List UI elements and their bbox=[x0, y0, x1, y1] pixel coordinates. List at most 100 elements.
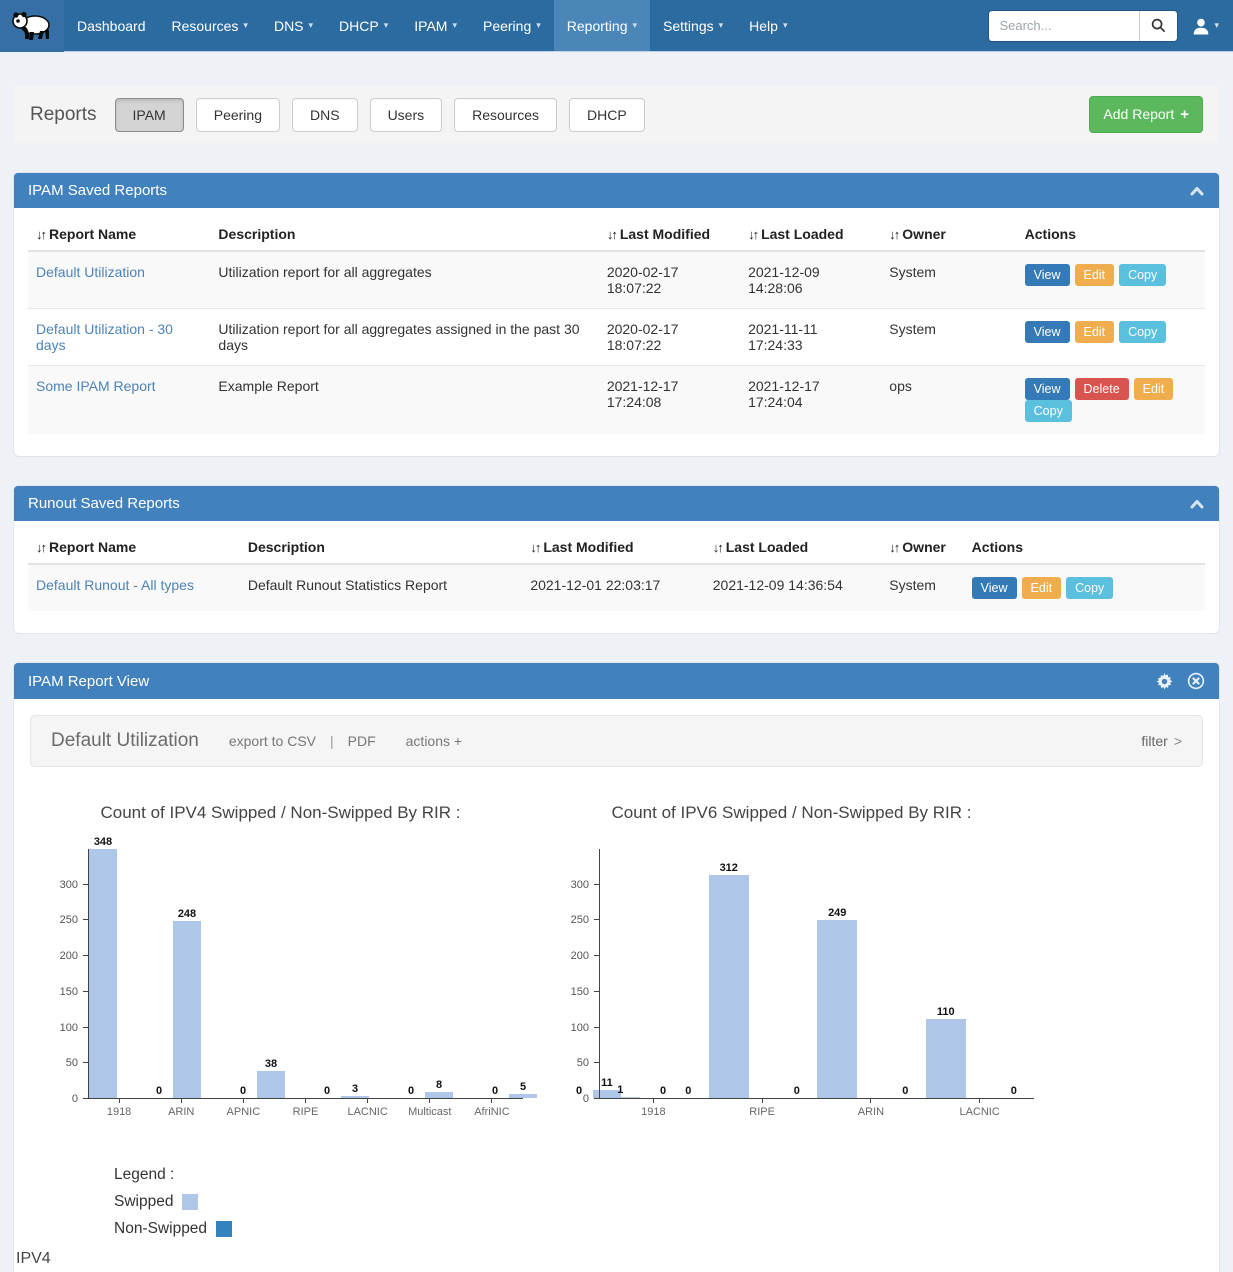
view-button[interactable]: View bbox=[972, 577, 1017, 599]
bar bbox=[89, 849, 117, 1098]
date-value: 2021-12-17 17:24:08 bbox=[607, 378, 691, 410]
column-header-report-name[interactable]: ↓↑Report Name bbox=[28, 216, 210, 251]
column-header-last-loaded[interactable]: ↓↑Last Loaded bbox=[705, 529, 882, 564]
bar-cell: 5 bbox=[509, 1081, 537, 1098]
nav-item-settings[interactable]: Settings▾ bbox=[650, 0, 736, 51]
export-pdf-link[interactable]: PDF bbox=[348, 733, 376, 749]
bar-value-label: 3 bbox=[352, 1083, 358, 1095]
bar-value-label: 0 bbox=[324, 1085, 330, 1097]
report-name-link[interactable]: Default Runout - All types bbox=[36, 577, 194, 593]
nav-item-peering[interactable]: Peering▾ bbox=[470, 0, 554, 51]
nav-item-help[interactable]: Help▾ bbox=[736, 0, 800, 51]
delete-button[interactable]: Delete bbox=[1075, 378, 1129, 400]
x-label-text: LACNIC bbox=[337, 1106, 399, 1118]
filter-toggle[interactable]: filter> bbox=[1141, 733, 1182, 749]
column-header-last-modified[interactable]: ↓↑Last Modified bbox=[522, 529, 704, 564]
user-menu[interactable]: ▾ bbox=[1192, 17, 1219, 35]
column-header-last-loaded[interactable]: ↓↑Last Loaded bbox=[740, 216, 881, 251]
copy-button[interactable]: Copy bbox=[1119, 321, 1166, 343]
nav-item-label: IPAM bbox=[414, 18, 447, 34]
chevron-down-icon: ▾ bbox=[452, 20, 457, 31]
bar-value-label: 0 bbox=[240, 1085, 246, 1097]
tab-peering[interactable]: Peering bbox=[196, 98, 280, 132]
export-csv-link[interactable]: export to CSV bbox=[229, 733, 316, 749]
nav-item-ipam[interactable]: IPAM ▾ bbox=[401, 0, 470, 51]
column-header-owner[interactable]: ↓↑Owner bbox=[881, 216, 1016, 251]
category-group: 2490 bbox=[817, 849, 926, 1098]
sort-icon: ↓↑ bbox=[36, 227, 45, 242]
cell-actions: ViewEditCopy bbox=[1017, 309, 1205, 366]
ipam-report-view-header: IPAM Report View bbox=[14, 663, 1219, 699]
column-label: Owner bbox=[902, 539, 946, 555]
actions-menu-link[interactable]: actions + bbox=[406, 733, 462, 749]
plus-icon: + bbox=[1180, 106, 1189, 123]
panel-title: IPAM Report View bbox=[28, 673, 149, 690]
panda-logo[interactable] bbox=[0, 0, 64, 52]
copy-button[interactable]: Copy bbox=[1025, 400, 1072, 422]
column-label: Report Name bbox=[49, 539, 136, 555]
column-label: Description bbox=[248, 539, 325, 555]
report-name-link[interactable]: Some IPAM Report bbox=[36, 378, 156, 394]
cell-modified: 2021-12-01 22:03:17 bbox=[522, 564, 704, 611]
x-label: 1918 bbox=[88, 1099, 150, 1118]
column-header-actions: Actions bbox=[964, 529, 1205, 564]
report-name-link[interactable]: Default Utilization bbox=[36, 264, 145, 280]
tab-users[interactable]: Users bbox=[370, 98, 443, 132]
x-tick-mark bbox=[979, 1099, 980, 1103]
bar-value-label: 0 bbox=[492, 1085, 498, 1097]
search-input[interactable] bbox=[989, 11, 1139, 41]
add-report-button[interactable]: Add Report+ bbox=[1089, 96, 1203, 133]
nav-item-dashboard[interactable]: Dashboard bbox=[64, 0, 159, 51]
copy-button[interactable]: Copy bbox=[1066, 577, 1113, 599]
close-panel-icon[interactable] bbox=[1187, 672, 1205, 690]
tab-ipam[interactable]: IPAM bbox=[115, 98, 184, 132]
tab-resources[interactable]: Resources bbox=[454, 98, 557, 132]
edit-button[interactable]: Edit bbox=[1075, 321, 1115, 343]
view-button[interactable]: View bbox=[1025, 321, 1070, 343]
bar-value-label: 0 bbox=[1011, 1085, 1017, 1097]
bar bbox=[425, 1092, 453, 1098]
edit-button[interactable]: Edit bbox=[1022, 577, 1062, 599]
view-button[interactable]: View bbox=[1025, 264, 1070, 286]
search-button[interactable] bbox=[1139, 11, 1177, 41]
date-value: 2021-12-17 17:24:04 bbox=[748, 378, 832, 410]
report-name-link[interactable]: Default Utilization - 30 days bbox=[36, 321, 173, 353]
x-label-text: ARIN bbox=[817, 1106, 926, 1118]
chart-title: Count of IPV4 Swipped / Non-Swipped By R… bbox=[38, 803, 523, 823]
cell-actions: ViewEditCopy bbox=[1017, 251, 1205, 309]
column-header-owner[interactable]: ↓↑Owner bbox=[881, 529, 963, 564]
chevron-down-icon: ▾ bbox=[536, 20, 541, 31]
bar-value-label: 348 bbox=[94, 836, 112, 848]
edit-button[interactable]: Edit bbox=[1075, 264, 1115, 286]
legend-swatch bbox=[182, 1194, 198, 1210]
bar-value-label: 0 bbox=[902, 1085, 908, 1097]
cell-modified: 2020-02-17 18:07:22 bbox=[599, 251, 740, 309]
collapse-chevron-icon[interactable] bbox=[1189, 498, 1205, 510]
bar bbox=[709, 875, 749, 1098]
collapse-chevron-icon[interactable] bbox=[1189, 185, 1205, 197]
nav-item-resources[interactable]: Resources▾ bbox=[159, 0, 261, 51]
nav-item-reporting[interactable]: Reporting▾ bbox=[554, 0, 650, 51]
view-button[interactable]: View bbox=[1025, 378, 1070, 400]
x-tick-mark bbox=[429, 1099, 430, 1103]
copy-button[interactable]: Copy bbox=[1119, 264, 1166, 286]
tab-dns[interactable]: DNS bbox=[292, 98, 358, 132]
y-tick-label: 0 bbox=[549, 1093, 589, 1105]
tab-dhcp[interactable]: DHCP bbox=[569, 98, 645, 132]
bar-cell: 248 bbox=[173, 908, 201, 1098]
nav-item-dns[interactable]: DNS▾ bbox=[261, 0, 326, 51]
category-group: 3120 bbox=[709, 849, 818, 1098]
column-header-last-modified[interactable]: ↓↑Last Modified bbox=[599, 216, 740, 251]
top-navbar: DashboardResources▾DNS▾DHCP▾IPAM▾Peering… bbox=[0, 0, 1233, 52]
column-header-report-name[interactable]: ↓↑Report Name bbox=[28, 529, 240, 564]
bar bbox=[817, 920, 857, 1098]
column-label: Last Loaded bbox=[726, 539, 808, 555]
edit-button[interactable]: Edit bbox=[1134, 378, 1174, 400]
toolbar-separator: | bbox=[330, 733, 334, 749]
bar-value-label: 38 bbox=[265, 1058, 277, 1070]
x-tick-mark bbox=[653, 1099, 654, 1103]
nav-item-dhcp[interactable]: DHCP▾ bbox=[326, 0, 401, 51]
nav-item-label: DHCP bbox=[339, 18, 379, 34]
gear-icon[interactable] bbox=[1156, 673, 1173, 690]
bar-value-label: 8 bbox=[436, 1079, 442, 1091]
